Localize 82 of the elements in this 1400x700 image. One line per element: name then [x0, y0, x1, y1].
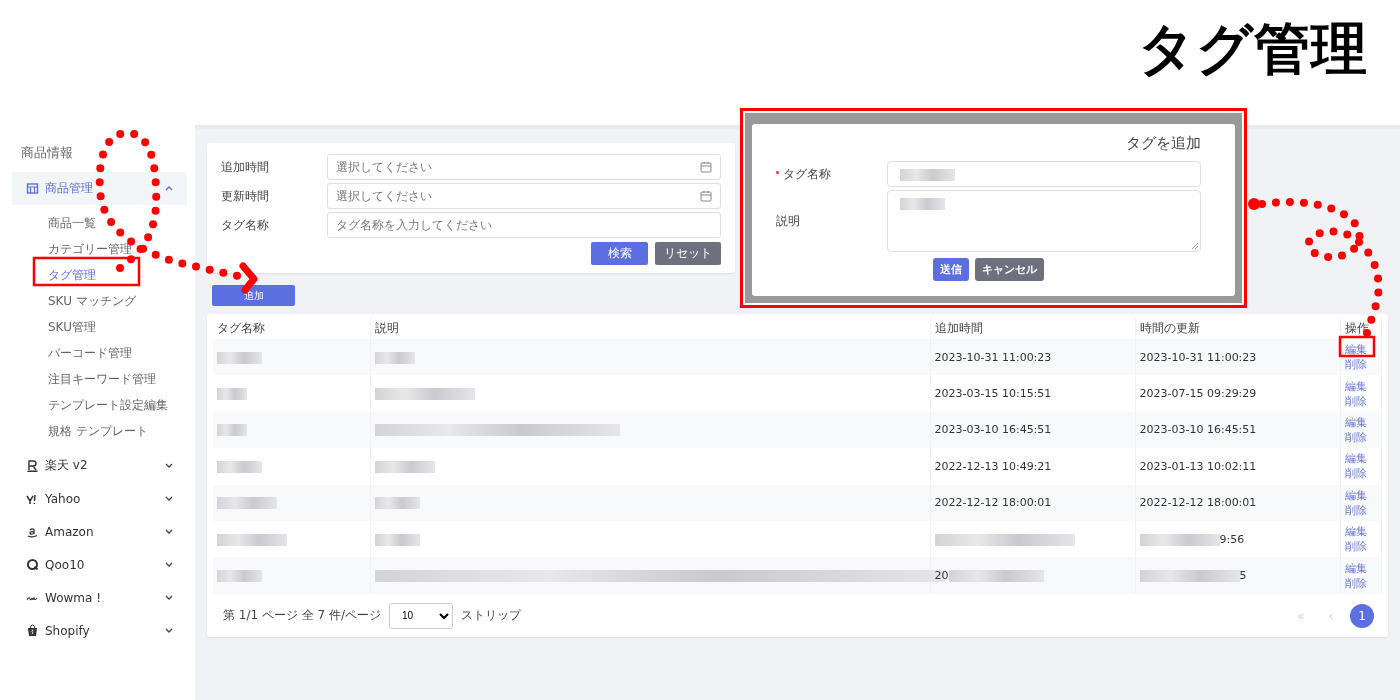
page-size-label: ストリップ — [461, 607, 522, 625]
smile-arrow-icon — [26, 525, 39, 538]
table-cell: 2023-03-15 10:15:51 — [930, 375, 1135, 412]
table-cell: 2023-07-15 09:29:29 — [1135, 375, 1340, 412]
highlight-frame — [1338, 335, 1376, 358]
menu-group[interactable]: Shopify — [12, 614, 187, 647]
text-area[interactable] — [887, 190, 1201, 252]
field-label: 説明 — [776, 213, 801, 229]
menu-group[interactable]: 商品管理 — [12, 172, 187, 205]
menu-item[interactable]: 規格 テンプレート — [12, 418, 187, 444]
delete-link[interactable]: 削除 — [1344, 539, 1367, 555]
dialog-title: タグを追加 — [1125, 134, 1201, 153]
menu-item[interactable]: 注目キーワード管理 — [12, 366, 187, 392]
menu-item[interactable]: SKU マッチング — [12, 288, 187, 314]
table-cell: 2023-03-10 16:45:51 — [930, 411, 1135, 449]
menu-item[interactable]: SKU管理 — [12, 314, 187, 340]
menu-item[interactable]: カテゴリー管理 — [12, 236, 187, 262]
field-label: タグ名称 — [776, 166, 887, 182]
search-button[interactable]: 検索 — [591, 242, 648, 265]
caret-down-icon — [165, 529, 173, 534]
edit-link[interactable]: 編集 — [1344, 451, 1367, 467]
delete-link[interactable]: 削除 — [1344, 575, 1367, 591]
cell-text: 5 — [1239, 569, 1247, 583]
table-cell: 2023-10-31 11:00:23 — [930, 339, 1135, 376]
caret-up-icon — [165, 186, 173, 191]
table-cell: 2022-12-12 18:00:01 — [1135, 484, 1340, 521]
menu-group[interactable]: Wowma ! — [12, 581, 187, 614]
caret-down-icon — [165, 628, 173, 633]
edit-link[interactable]: 編集 — [1344, 487, 1367, 503]
field-label: タグ名称 — [221, 217, 270, 233]
caret-down-icon — [165, 463, 173, 468]
calendar-icon — [700, 190, 712, 202]
delete-link[interactable]: 削除 — [1344, 393, 1367, 409]
menu-group[interactable]: Amazon — [12, 515, 187, 548]
q-ring-icon — [26, 558, 39, 571]
r-mark-icon — [26, 459, 39, 472]
table-cell: 2023-01-13 10:02:11 — [1135, 448, 1340, 485]
calendar-icon — [700, 161, 712, 173]
cell-text: 9:56 — [1219, 532, 1245, 546]
add-button[interactable]: 追加 — [212, 285, 295, 306]
page-size-select[interactable]: 10 — [389, 602, 454, 629]
page-info: 第 1/1 ページ 全 7 件/ページ — [223, 607, 382, 625]
caret-down-icon — [165, 595, 173, 600]
menu-group[interactable]: Yahoo — [12, 482, 187, 515]
y-mark-icon — [26, 492, 39, 505]
bag-icon — [26, 624, 39, 637]
caret-down-icon — [165, 562, 173, 567]
table-cell: 2022-12-13 10:49:21 — [930, 448, 1135, 485]
menu-item[interactable]: タグ管理 — [12, 262, 187, 288]
menu-group[interactable]: Qoo10 — [12, 548, 187, 581]
cell-text: 20 — [934, 569, 949, 583]
caret-down-icon — [165, 496, 173, 501]
input-field[interactable] — [887, 161, 1201, 187]
edit-link[interactable]: 編集 — [1344, 342, 1367, 358]
page-button[interactable]: 1 — [1350, 603, 1374, 628]
field-label: 追加時間 — [221, 159, 270, 175]
page-title: タグ管理 — [1138, 15, 1368, 83]
table-cell: 2023-03-10 16:45:51 — [1135, 411, 1340, 449]
field-label: 更新時間 — [221, 188, 270, 204]
edit-link[interactable]: 編集 — [1344, 378, 1367, 394]
resize-grip-icon — [1191, 242, 1198, 249]
table-cell: 2023-10-31 11:00:23 — [1135, 339, 1340, 376]
table-cell: 2022-12-12 18:00:01 — [930, 484, 1135, 521]
delete-link[interactable]: 削除 — [1344, 466, 1367, 482]
edit-link[interactable]: 編集 — [1344, 560, 1367, 576]
menu-item[interactable]: テンプレート設定編集 — [12, 392, 187, 418]
section-title: 商品情報 — [20, 145, 74, 162]
date-field[interactable]: 選択してください — [327, 183, 721, 209]
input-field[interactable]: タグ名称を入力してください — [327, 212, 721, 238]
delete-link[interactable]: 削除 — [1344, 429, 1367, 445]
edit-link[interactable]: 編集 — [1344, 414, 1367, 430]
reset-button[interactable]: リセット — [655, 242, 721, 265]
submit-button[interactable]: 送信 — [933, 258, 969, 281]
delete-link[interactable]: 削除 — [1344, 357, 1367, 373]
delete-link[interactable]: 削除 — [1344, 502, 1367, 518]
menu-item[interactable]: バーコード管理 — [12, 340, 187, 366]
shop-icon — [26, 182, 39, 195]
date-field[interactable]: 選択してください — [327, 154, 721, 180]
edit-link[interactable]: 編集 — [1344, 524, 1367, 540]
menu-item[interactable]: 商品一覧 — [12, 210, 187, 236]
menu-group[interactable]: 楽天 v2 — [12, 449, 187, 482]
cancel-button[interactable]: キャンセル — [975, 258, 1044, 281]
